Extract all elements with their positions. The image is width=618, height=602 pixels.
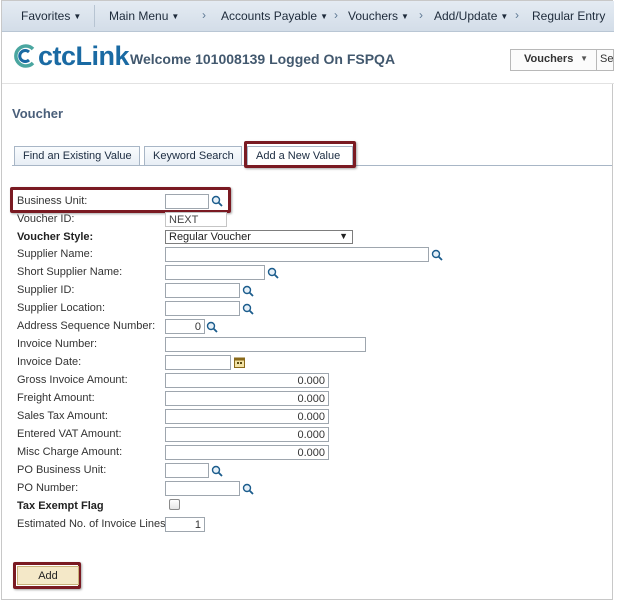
invoice-date-label: Invoice Date:: [17, 356, 82, 368]
search-input[interactable]: Se: [600, 53, 613, 65]
search-category-label: Vouchers: [524, 53, 574, 65]
search-category-select[interactable]: Vouchers ▼: [511, 50, 597, 70]
tax-exempt-flag-label: Tax Exempt Flag: [17, 500, 104, 512]
magnifier-icon[interactable]: [242, 285, 254, 297]
add-button[interactable]: Add: [17, 566, 79, 585]
po-number-input[interactable]: [165, 481, 240, 496]
sales-tax-amount-input[interactable]: 0.000: [165, 409, 329, 424]
misc-charge-amount-label: Misc Charge Amount:: [17, 446, 123, 458]
business-unit-label: Business Unit:: [17, 195, 88, 207]
business-unit-input[interactable]: [165, 194, 209, 209]
page-title: Voucher: [12, 106, 64, 121]
invoice-date-input[interactable]: [165, 355, 231, 370]
global-search: Vouchers ▼ Se: [510, 49, 614, 71]
sales-tax-amount-label: Sales Tax Amount:: [17, 410, 108, 422]
nav-add-update[interactable]: Add/Update ▼: [434, 9, 508, 23]
welcome-message: Welcome 101008139 Logged On FSPQA: [130, 51, 396, 67]
po-business-unit-input[interactable]: [165, 463, 209, 478]
supplier-id-label: Supplier ID:: [17, 284, 75, 296]
address-sequence-label: Address Sequence Number:: [17, 320, 156, 332]
breadcrumb-separator-icon: ›: [419, 8, 423, 22]
voucher-id-label: Voucher ID:: [17, 213, 75, 225]
po-business-unit-label: PO Business Unit:: [17, 464, 107, 476]
magnifier-icon[interactable]: [211, 195, 223, 207]
address-sequence-input[interactable]: 0: [165, 319, 205, 334]
magnifier-icon[interactable]: [267, 267, 279, 279]
chevron-down-icon: ▼: [320, 12, 328, 21]
tab-find-existing[interactable]: Find an Existing Value: [14, 146, 140, 165]
chevron-down-icon: ▼: [401, 12, 409, 21]
top-navigation-bar: Favorites ▼ Main Menu ▼ › Accounts Payable…: [2, 1, 614, 32]
magnifier-icon[interactable]: [211, 465, 223, 477]
entered-vat-amount-label: Entered VAT Amount:: [17, 428, 122, 440]
nav-accounts-payable-label: Accounts Payable: [221, 9, 318, 23]
breadcrumb-separator-icon: ›: [334, 8, 338, 22]
nav-regular-entry[interactable]: Regular Entry: [532, 9, 605, 23]
calendar-icon[interactable]: [234, 357, 245, 368]
estimated-invoice-lines-input[interactable]: 1: [165, 517, 205, 532]
chevron-down-icon: ▼: [339, 231, 348, 241]
nav-vouchers-label: Vouchers: [348, 9, 399, 23]
chevron-down-icon: ▼: [171, 12, 180, 21]
freight-amount-label: Freight Amount:: [17, 392, 95, 404]
tax-exempt-flag-checkbox[interactable]: [169, 499, 180, 510]
tab-find-existing-label: Find an Existing Value: [23, 150, 132, 162]
logo-swirl-icon: [14, 44, 35, 68]
voucher-style-select[interactable]: Regular Voucher ▼: [165, 230, 353, 244]
magnifier-icon[interactable]: [431, 249, 443, 261]
nav-favorites-label: Favorites: [21, 9, 71, 23]
misc-charge-amount-input[interactable]: 0.000: [165, 445, 329, 460]
po-number-label: PO Number:: [17, 482, 79, 494]
nav-divider: [94, 5, 95, 27]
supplier-name-input[interactable]: [165, 247, 429, 262]
magnifier-icon[interactable]: [242, 303, 254, 315]
short-supplier-name-label: Short Supplier Name:: [17, 266, 123, 278]
page-header: ctcLink Welcome 101008139 Logged On FSPQ…: [2, 32, 614, 84]
logo-text: ctcLink: [38, 41, 130, 71]
tab-keyword-search[interactable]: Keyword Search: [144, 146, 242, 165]
invoice-number-input[interactable]: [165, 337, 366, 352]
nav-accounts-payable[interactable]: Accounts Payable ▼: [221, 9, 328, 23]
invoice-number-label: Invoice Number:: [17, 338, 98, 350]
chevron-down-icon: ▼: [580, 54, 588, 63]
nav-main-menu[interactable]: Main Menu ▼: [109, 9, 179, 23]
voucher-style-value: Regular Voucher: [169, 231, 251, 243]
nav-main-menu-label: Main Menu: [109, 9, 169, 23]
nav-vouchers[interactable]: Vouchers ▼: [348, 9, 409, 23]
voucher-style-label: Voucher Style:: [17, 231, 94, 243]
supplier-name-label: Supplier Name:: [17, 248, 93, 260]
chevron-down-icon: ▼: [73, 12, 82, 21]
magnifier-icon[interactable]: [242, 483, 254, 495]
estimated-invoice-lines-label: Estimated No. of Invoice Lines:: [17, 518, 169, 530]
magnifier-icon[interactable]: [206, 321, 218, 333]
voucher-id-field[interactable]: NEXT: [165, 212, 227, 227]
short-supplier-name-input[interactable]: [165, 265, 265, 280]
gross-invoice-amount-label: Gross Invoice Amount:: [17, 374, 128, 386]
nav-add-update-label: Add/Update: [434, 9, 498, 23]
app-frame: Favorites ▼ Main Menu ▼ › Accounts Payable…: [1, 0, 614, 600]
chevron-down-icon: ▼: [500, 12, 509, 21]
tab-highlight-box: [244, 141, 356, 168]
supplier-location-input[interactable]: [165, 301, 240, 316]
nav-favorites[interactable]: Favorites ▼: [21, 9, 81, 23]
freight-amount-input[interactable]: 0.000: [165, 391, 329, 406]
breadcrumb-separator-icon: ›: [515, 8, 519, 22]
supplier-location-label: Supplier Location:: [17, 302, 106, 314]
supplier-id-input[interactable]: [165, 283, 240, 298]
gross-invoice-amount-input[interactable]: 0.000: [165, 373, 329, 388]
nav-regular-entry-label: Regular Entry: [532, 9, 606, 23]
entered-vat-amount-input[interactable]: 0.000: [165, 427, 329, 442]
tab-keyword-search-label: Keyword Search: [153, 150, 234, 162]
breadcrumb-separator-icon: ›: [202, 8, 206, 22]
